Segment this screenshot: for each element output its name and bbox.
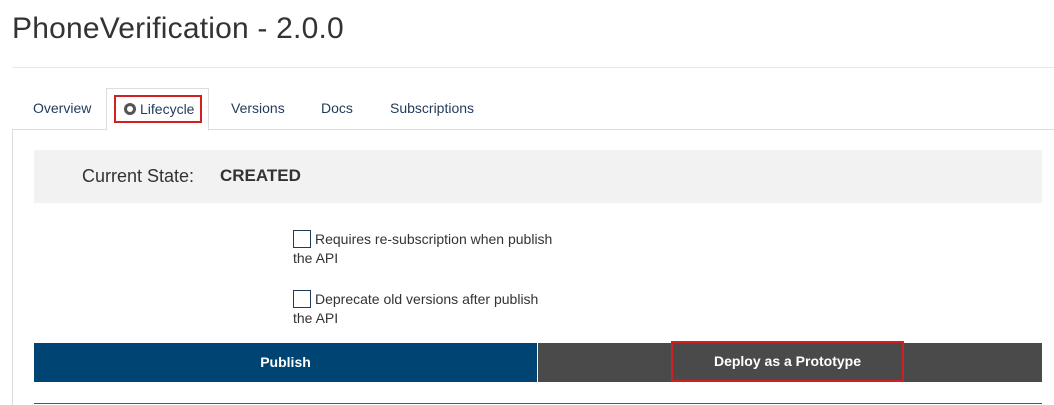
deploy-prototype-button[interactable]: Deploy as a Prototype [538,341,1042,382]
tab-docs[interactable]: Docs [321,88,353,128]
lifecycle-panel: Current State: CREATED Requires re-subsc… [12,129,1054,405]
current-state-box: Current State: CREATED [34,150,1042,203]
publish-button[interactable]: Publish [34,343,537,382]
tab-bar: Overview Lifecycle Versions Docs Subscri… [12,88,1054,131]
tab-lifecycle-label: Lifecycle [140,101,195,117]
require-resubscription-label: Requires re-subscription when publish th… [293,231,553,266]
deprecate-old-versions-label: Deprecate old versions after publish the… [293,291,539,326]
tab-overview[interactable]: Overview [33,88,91,128]
tab-versions[interactable]: Versions [231,88,285,128]
tab-subscriptions[interactable]: Subscriptions [390,88,474,128]
tab-lifecycle[interactable]: Lifecycle [106,88,209,131]
title-divider [12,67,1054,68]
deploy-prototype-highlight[interactable]: Deploy as a Prototype [671,341,904,382]
deprecate-old-versions-option: Deprecate old versions after publish the… [293,290,553,328]
page-title: PhoneVerification - 2.0.0 [12,12,344,45]
require-resubscription-checkbox[interactable] [293,230,311,248]
deprecate-old-versions-checkbox[interactable] [293,290,311,308]
lifecycle-icon [124,103,136,115]
current-state-value: CREATED [220,166,301,185]
tab-lifecycle-highlight[interactable]: Lifecycle [114,95,202,123]
current-state-label: Current State: [82,166,195,186]
require-resubscription-option: Requires re-subscription when publish th… [293,230,553,268]
panel-bottom-divider [34,403,1042,404]
